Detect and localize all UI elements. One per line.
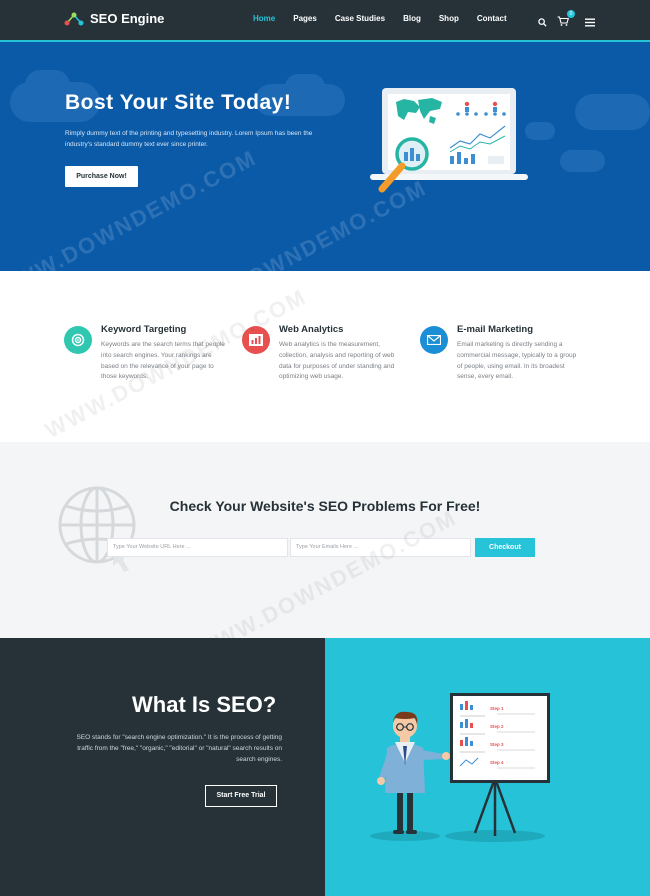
checkout-button[interactable]: Checkout xyxy=(475,538,535,557)
what-is-seo-text: SEO stands for "search engine optimizati… xyxy=(76,734,283,763)
nav-contact[interactable]: Contact xyxy=(477,14,507,23)
globe-icon xyxy=(58,486,136,572)
cloud-decoration xyxy=(25,70,70,100)
what-is-seo-panel: What Is SEO? SEO stands for "search engi… xyxy=(0,638,325,896)
brand-name: SEO Engine xyxy=(90,11,165,26)
header-icons: 0 xyxy=(538,10,595,31)
seo-illustration-panel: Step 1 Step 2 Step 3 Step 4 xyxy=(325,638,650,896)
site-header: SEO Engine Home Pages Case Studies Blog … xyxy=(0,0,650,42)
cart-count-badge: 0 xyxy=(567,10,575,18)
feature-title: E-mail Marketing xyxy=(457,324,534,335)
watermark: WWW.DOWNDEMO.COM xyxy=(41,283,311,444)
search-icon[interactable] xyxy=(538,17,547,27)
feature-title: Keyword Targeting xyxy=(101,324,187,335)
nav-shop[interactable]: Shop xyxy=(439,14,459,23)
watermark: WWW.DOWNDEMO.COM xyxy=(0,144,261,271)
feature-text: Web analytics is the measurement, collec… xyxy=(279,341,395,381)
cart-icon xyxy=(557,16,570,26)
cart-button[interactable]: 0 xyxy=(557,10,575,31)
cloud-decoration xyxy=(575,94,650,130)
feature-text: Email marketing is directly sending a co… xyxy=(457,341,577,381)
purchase-now-button[interactable]: Purchase Now! xyxy=(65,166,138,187)
logo[interactable]: SEO Engine xyxy=(64,11,164,26)
hero-title: Bost Your Site Today! xyxy=(65,91,292,114)
seo-check-section: Check Your Website's SEO Problems For Fr… xyxy=(0,442,650,638)
seo-check-title: Check Your Website's SEO Problems For Fr… xyxy=(169,498,481,514)
nav-home[interactable]: Home xyxy=(253,14,275,23)
target-icon xyxy=(64,326,92,354)
hero-description: Rimply dummy text of the printing and ty… xyxy=(65,130,313,148)
nav-blog[interactable]: Blog xyxy=(403,14,421,23)
envelope-icon xyxy=(420,326,448,354)
feature-title: Web Analytics xyxy=(279,324,344,335)
watermark: WWW.DOWNDEMO.COM xyxy=(191,504,461,638)
website-url-input[interactable]: Type Your Website URL Here ... xyxy=(107,538,288,557)
features-section: Keyword Targeting Keywords are the searc… xyxy=(0,271,650,444)
hero-section: Bost Your Site Today! Rimply dummy text … xyxy=(0,42,650,271)
nav-pages[interactable]: Pages xyxy=(293,14,317,23)
cloud-decoration xyxy=(560,150,605,172)
what-is-seo-title: What Is SEO? xyxy=(132,692,277,717)
nav-case-studies[interactable]: Case Studies xyxy=(335,14,385,23)
menu-icon[interactable] xyxy=(585,18,595,27)
board-mini-charts xyxy=(377,701,535,834)
start-free-trial-button[interactable]: Start Free Trial xyxy=(205,785,277,807)
main-nav: Home Pages Case Studies Blog Shop Contac… xyxy=(253,14,507,23)
logo-icon xyxy=(64,12,84,25)
